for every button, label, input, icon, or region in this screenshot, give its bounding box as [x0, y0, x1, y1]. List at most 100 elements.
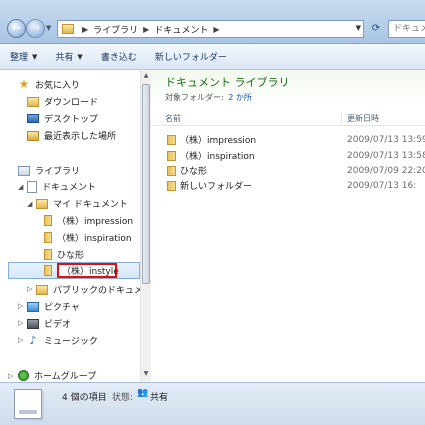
file-date: 2009/07/13 16: [347, 180, 417, 191]
file-name: （株）impression [180, 136, 257, 146]
organize-button[interactable]: 整理 ▼ [10, 50, 37, 64]
column-name[interactable]: 名前 [165, 113, 181, 124]
burn-button[interactable]: 書き込む [101, 50, 137, 63]
nav-downloads[interactable]: ダウンロード [27, 93, 98, 110]
new-folder-label: 新しいフォルダー [154, 53, 227, 63]
library-header: ドキュメント ライブラリ 対象フォルダー: 2 か所 [151, 70, 425, 106]
folder-icon [62, 24, 74, 34]
address-dropdown-icon[interactable]: ▼ [356, 24, 361, 32]
nav-folder-instyle[interactable]: （株）instyle [8, 262, 140, 279]
nav-label: デスクトップ [44, 115, 99, 125]
history-dropdown-icon[interactable]: ▼ [46, 24, 55, 33]
refresh-icon[interactable]: ⟳ [367, 21, 385, 37]
breadcrumb-separator-icon[interactable]: ▶ [143, 25, 149, 34]
library-subtitle: 対象フォルダー: 2 か所 [165, 92, 252, 103]
nav-label: ピクチャ [44, 303, 80, 313]
folder-icon [167, 180, 176, 191]
expand-arrow-icon[interactable]: ▷ [18, 319, 23, 327]
burn-label: 書き込む [100, 53, 137, 63]
nav-folder-impression[interactable]: （株）impression [44, 212, 133, 229]
file-name: ひな形 [180, 167, 208, 177]
content-pane: ドキュメント ライブラリ 対象フォルダー: 2 か所 名前 更新日時 （株）im… [151, 70, 425, 382]
folder-icon [167, 134, 176, 145]
nav-label: ライブラリ [35, 167, 81, 177]
collapse-arrow-icon[interactable]: ◢ [27, 200, 32, 208]
item-count: 4 個の項目 [62, 393, 107, 403]
shared-icon: 👥 [137, 388, 149, 398]
nav-label: （株）inspiration [57, 234, 132, 244]
nav-favorites[interactable]: ★ お気に入り [18, 76, 80, 93]
file-row[interactable]: 新しいフォルダー 2009/07/13 16: [151, 178, 425, 193]
breadcrumb-documents[interactable]: ドキュメント [154, 23, 208, 36]
forward-button[interactable]: → [26, 19, 45, 38]
search-input[interactable]: ドキュメ [388, 20, 425, 38]
file-date: 2009/07/13 13:58 [347, 150, 425, 161]
breadcrumb-separator-icon[interactable]: ▶ [213, 25, 219, 34]
nav-scrollbar[interactable]: ▲ ▼ [140, 70, 151, 382]
file-date: 2009/07/09 22:20 [347, 165, 425, 176]
expand-arrow-icon[interactable]: ▷ [8, 372, 13, 380]
nav-my-documents[interactable]: マイ ドキュメント [36, 195, 128, 212]
homegroup-icon [18, 370, 29, 381]
back-button[interactable]: ← [7, 19, 26, 38]
nav-homegroup[interactable]: ホームグループ [18, 367, 96, 382]
breadcrumb-libraries[interactable]: ライブラリ [93, 23, 138, 36]
nav-folder-hinagata[interactable]: ひな形 [44, 246, 84, 263]
column-divider[interactable] [341, 112, 342, 124]
column-date[interactable]: 更新日時 [347, 113, 379, 124]
expand-arrow-icon[interactable]: ▷ [18, 302, 23, 310]
chevron-down-icon: ▼ [77, 52, 83, 61]
nav-pictures[interactable]: ピクチャ [27, 298, 80, 315]
share-label: 共有 [55, 53, 74, 63]
library-title: ドキュメント ライブラリ [165, 76, 290, 89]
scroll-up-icon[interactable]: ▲ [142, 72, 150, 82]
video-icon [27, 318, 39, 329]
locations-link[interactable]: 2 か所 [228, 93, 252, 102]
address-bar[interactable]: ▶ ライブラリ ▶ ドキュメント ▶ ▼ [57, 20, 364, 38]
pictures-icon [27, 301, 39, 312]
status-bar: 4 個の項目 状態: 👥 共有 [0, 382, 425, 425]
nav-public-documents[interactable]: パブリックのドキュメント [36, 281, 151, 298]
music-icon: ♪ [29, 334, 37, 347]
breadcrumb-separator-icon[interactable]: ▶ [82, 25, 88, 34]
share-button[interactable]: 共有 ▼ [55, 50, 83, 64]
state-label: 状態: [112, 393, 134, 403]
nav-label: マイ ドキュメント [53, 200, 128, 210]
navigation-pane: ★ お気に入り ダウンロード デスクトップ 最近表示した場所 ライブラリ ◢ ド… [0, 70, 151, 382]
scroll-down-icon[interactable]: ▼ [142, 370, 150, 380]
nav-label: ダウンロード [44, 98, 99, 108]
folder-icon [44, 232, 52, 243]
nav-desktop[interactable]: デスクトップ [27, 110, 98, 127]
nav-label: （株）impression [57, 217, 134, 227]
library-icon [18, 165, 30, 176]
rename-input[interactable]: （株）instyle [57, 263, 119, 278]
nav-label: パブリックのドキュメント [53, 286, 151, 296]
file-name: 新しいフォルダー [180, 182, 253, 192]
subtitle-label: 対象フォルダー: [165, 93, 224, 102]
folder-icon [36, 198, 48, 209]
library-large-icon [14, 389, 42, 419]
nav-folder-inspiration[interactable]: （株）inspiration [44, 229, 132, 246]
nav-documents[interactable]: ドキュメント [27, 178, 96, 195]
expand-arrow-icon[interactable]: ▷ [27, 285, 32, 293]
nav-videos[interactable]: ビデオ [27, 315, 71, 332]
nav-recent[interactable]: 最近表示した場所 [27, 127, 116, 144]
nav-label: ミュージック [44, 337, 98, 347]
nav-label: お気に入り [35, 81, 81, 91]
organize-label: 整理 [10, 53, 29, 63]
star-icon: ★ [18, 77, 30, 91]
desktop-icon [27, 114, 39, 123]
scrollbar-thumb[interactable] [142, 84, 150, 284]
nav-libraries[interactable]: ライブラリ [18, 162, 80, 179]
nav-label: ビデオ [44, 320, 72, 330]
file-row[interactable]: （株）impression 2009/07/13 13:59 [151, 132, 425, 147]
nav-label: ひな形 [57, 251, 85, 261]
file-row[interactable]: ひな形 2009/07/09 22:20 [151, 163, 425, 178]
nav-label: ホームグループ [34, 372, 97, 382]
collapse-arrow-icon[interactable]: ◢ [18, 183, 23, 191]
file-name: （株）inspiration [180, 152, 255, 162]
file-row[interactable]: （株）inspiration 2009/07/13 13:58 [151, 148, 425, 163]
expand-arrow-icon[interactable]: ▷ [18, 336, 23, 344]
new-folder-button[interactable]: 新しいフォルダー [155, 50, 227, 63]
nav-music[interactable]: ♪ ミュージック [27, 332, 98, 349]
